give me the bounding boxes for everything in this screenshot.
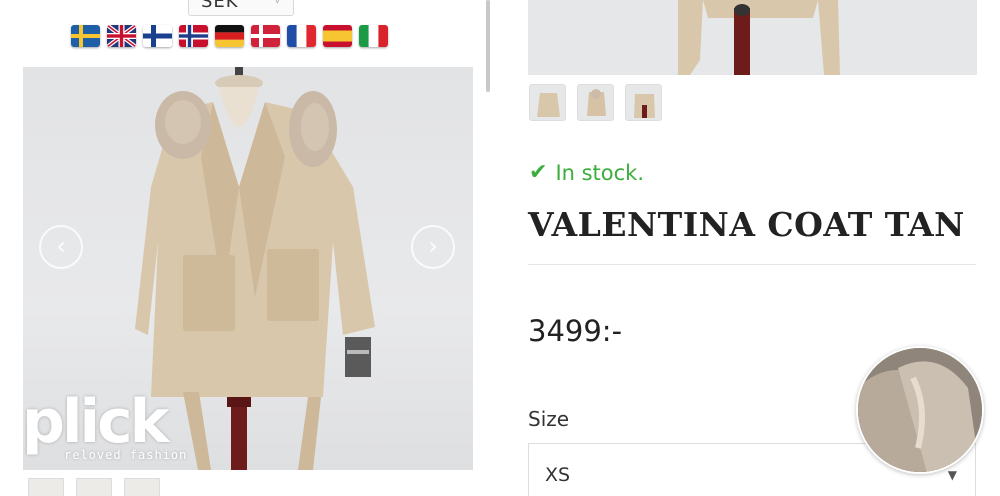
thumbnail-strip-left — [28, 478, 160, 496]
chevron-down-icon: ▽ — [273, 0, 283, 5]
logo-tagline: reloved fashion — [64, 448, 188, 462]
chevron-down-icon: ▼ — [947, 468, 957, 482]
flag-italy-icon[interactable] — [359, 25, 388, 47]
check-icon: ✔ — [529, 160, 548, 185]
product-secondary-image[interactable] — [528, 0, 977, 75]
flag-uk-icon[interactable] — [107, 25, 136, 47]
chevron-left-icon: ‹ — [56, 232, 66, 260]
flag-germany-icon[interactable] — [215, 25, 244, 47]
thumbnail[interactable] — [76, 478, 112, 496]
flag-france-icon[interactable] — [287, 25, 316, 47]
scrollbar[interactable] — [486, 0, 490, 92]
flag-spain-icon[interactable] — [323, 25, 352, 47]
thumbnail[interactable] — [625, 84, 662, 121]
language-flags — [71, 25, 388, 47]
flag-norway-icon[interactable] — [179, 25, 208, 47]
stock-text: In stock. — [555, 160, 645, 185]
gallery-next-button[interactable]: › — [411, 225, 455, 269]
thumbnail[interactable] — [124, 478, 160, 496]
flag-finland-icon[interactable] — [143, 25, 172, 47]
gallery-prev-button[interactable]: ‹ — [39, 225, 83, 269]
divider — [528, 264, 976, 265]
flag-denmark-icon[interactable] — [251, 25, 280, 47]
brand-logo: plick reloved fashion — [22, 387, 188, 462]
thumbnail[interactable] — [28, 478, 64, 496]
product-price: 3499:- — [528, 314, 623, 348]
thumbnail-strip-right — [529, 84, 662, 121]
flag-sweden-icon[interactable] — [71, 25, 100, 47]
size-value: XS — [545, 464, 571, 486]
chevron-right-icon: › — [428, 232, 438, 260]
thumbnail[interactable] — [577, 84, 614, 121]
currency-value: SEK — [201, 0, 239, 12]
stock-status: ✔ In stock. — [529, 160, 644, 185]
video-preview-bubble[interactable] — [856, 346, 984, 474]
logo-word: plick — [22, 387, 170, 457]
currency-select[interactable]: SEK ▽ — [188, 0, 294, 16]
size-label: Size — [528, 407, 570, 431]
product-title: VALENTINA COAT TAN — [528, 205, 965, 244]
thumbnail[interactable] — [529, 84, 566, 121]
